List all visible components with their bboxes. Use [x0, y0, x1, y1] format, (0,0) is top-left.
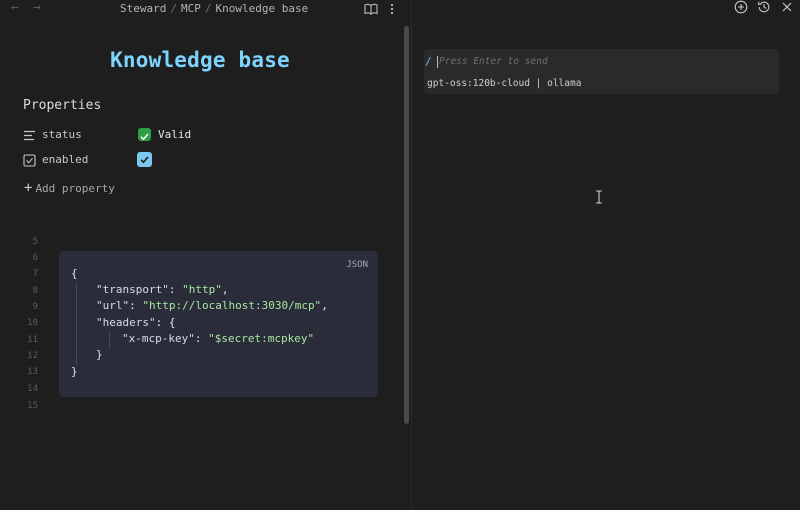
- property-key[interactable]: enabled: [42, 153, 88, 166]
- code-line: {: [71, 267, 78, 280]
- code-token: :: [129, 299, 143, 312]
- code-token: {: [168, 316, 176, 329]
- properties-heading: Properties: [23, 98, 102, 113]
- property-value[interactable]: Valid: [158, 128, 191, 141]
- plus-circle-icon[interactable]: [734, 0, 748, 14]
- text-cursor-icon: [596, 190, 602, 204]
- code-token: }: [96, 348, 103, 361]
- code-line: "headers": {: [96, 316, 175, 329]
- code-token: "transport": [96, 283, 169, 296]
- breadcrumb-separator: /: [204, 2, 212, 15]
- input-placeholder: Press Enter to send: [439, 56, 548, 67]
- book-open-icon[interactable]: [364, 2, 378, 16]
- property-row-status: status Valid: [23, 127, 223, 145]
- code-token: "x-mcp-key": [122, 332, 195, 345]
- chat-pane: / Press Enter to send gpt-oss:120b-cloud…: [412, 0, 800, 510]
- code-token: }: [71, 365, 78, 378]
- line-number: 12: [27, 351, 38, 361]
- line-number: 15: [27, 401, 38, 411]
- history-icon[interactable]: [757, 0, 771, 14]
- status-checkbox[interactable]: [138, 128, 151, 141]
- more-vertical-icon[interactable]: [385, 2, 399, 16]
- check-icon: [140, 156, 149, 164]
- command-prefix: /: [425, 55, 432, 68]
- breadcrumb-item-steward[interactable]: Steward: [120, 2, 166, 15]
- code-token: "$secret:mcpkey": [208, 332, 315, 345]
- page-title: Knowledge base: [110, 48, 290, 72]
- code-line: "x-mcp-key": "$secret:mcpkey": [122, 332, 314, 345]
- line-number: 14: [27, 384, 38, 394]
- code-line: }: [71, 365, 78, 378]
- line-number: 5: [32, 237, 38, 247]
- code-token: "headers": [96, 316, 156, 329]
- property-key[interactable]: status: [42, 128, 82, 141]
- line-number: 13: [27, 367, 38, 377]
- breadcrumb-separator: /: [170, 2, 177, 15]
- property-row-enabled: enabled: [23, 152, 223, 170]
- arrow-left-icon[interactable]: ←: [11, 1, 19, 15]
- code-token: "http": [182, 283, 222, 296]
- breadcrumb-item-mcp[interactable]: MCP: [181, 2, 201, 15]
- code-token: ,: [321, 299, 328, 312]
- code-token: "http://localhost:3030/mcp": [142, 299, 322, 312]
- editor-scrollbar[interactable]: [404, 26, 409, 424]
- line-number: 8: [32, 286, 38, 296]
- code-token: ,: [221, 283, 229, 296]
- text-caret: [437, 56, 438, 68]
- indent-guide: [109, 331, 110, 349]
- code-block[interactable]: JSON { "transport": "http", "url": "http…: [59, 251, 378, 397]
- code-token: "url": [96, 299, 130, 312]
- code-line: "transport": "http",: [96, 283, 228, 296]
- check-icon: [140, 133, 149, 141]
- note-editor-pane: ← → Steward / MCP / Knowledge base Knowledge…: [0, 0, 412, 510]
- code-token: :: [155, 316, 169, 329]
- text-lines-icon: [24, 130, 35, 141]
- enabled-checkbox[interactable]: [137, 152, 152, 167]
- code-line: "url": "http://localhost:3030/mcp",: [96, 299, 328, 312]
- line-number: 7: [32, 269, 38, 279]
- code-token: {: [71, 267, 78, 280]
- close-icon[interactable]: [780, 0, 794, 14]
- line-number: 10: [27, 318, 38, 328]
- code-token: :: [168, 283, 183, 296]
- breadcrumb-item-current[interactable]: Knowledge base: [215, 2, 308, 15]
- code-token: :: [194, 332, 209, 345]
- add-property-button[interactable]: + Add property: [24, 180, 115, 196]
- plus-icon: +: [24, 180, 33, 196]
- line-number: 6: [32, 253, 38, 263]
- checkbox-icon: [23, 154, 36, 167]
- note-topbar: ← → Steward / MCP / Knowledge base: [0, 0, 412, 18]
- line-number: 11: [27, 335, 38, 345]
- code-line: }: [96, 348, 103, 361]
- indent-guide: [76, 283, 77, 365]
- model-info[interactable]: gpt-oss:120b-cloud | ollama: [427, 78, 581, 89]
- line-number: 9: [32, 302, 38, 312]
- chat-input[interactable]: / Press Enter to send gpt-oss:120b-cloud…: [424, 49, 779, 94]
- arrow-right-icon[interactable]: →: [33, 1, 41, 15]
- breadcrumb: Steward / MCP / Knowledge base: [120, 2, 308, 15]
- code-language-label: JSON: [346, 260, 368, 270]
- add-property-label: Add property: [35, 182, 115, 195]
